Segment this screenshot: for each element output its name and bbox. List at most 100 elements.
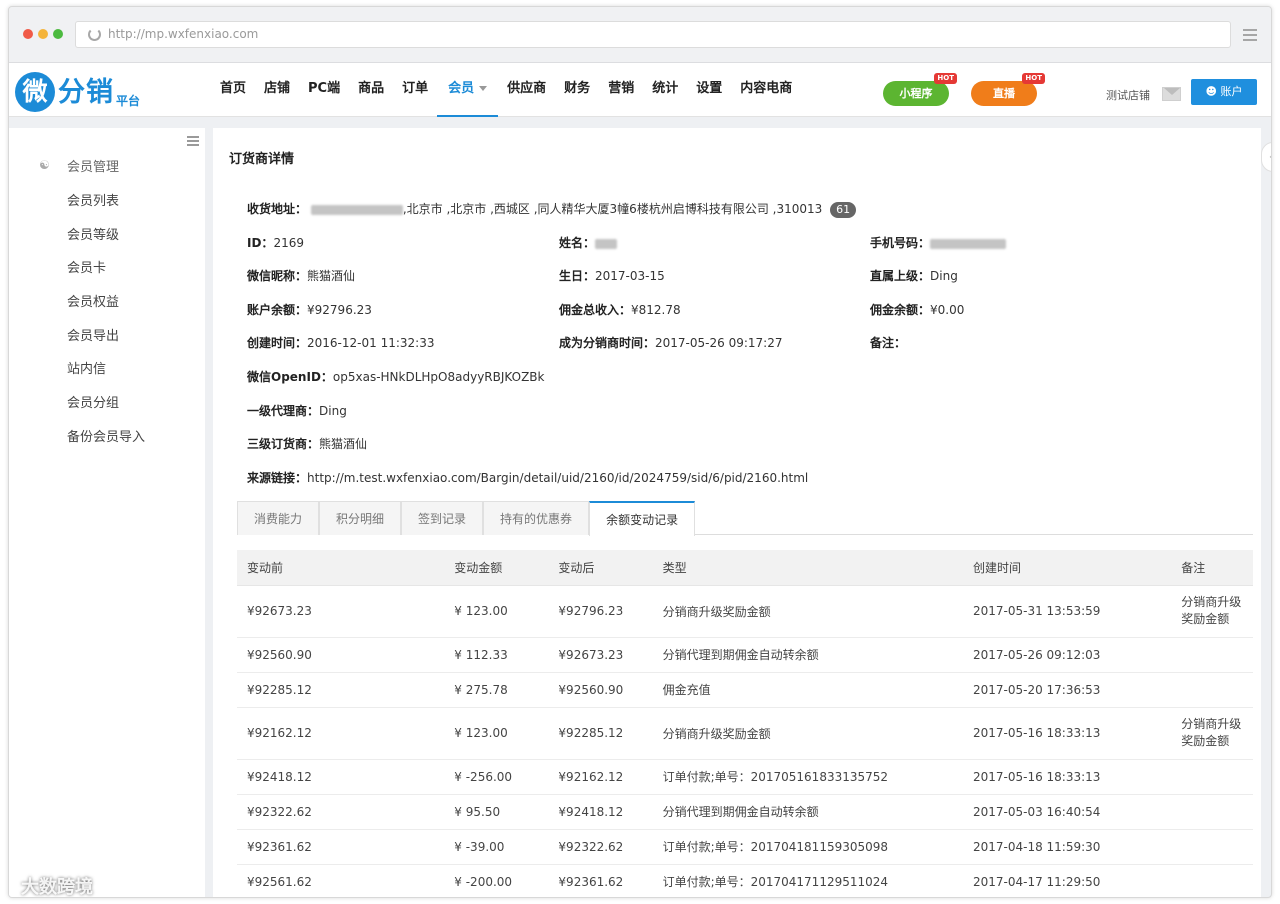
table-cell: 2017-05-31 13:53:59: [962, 585, 1172, 638]
dealer3-field: 三级订货商：熊猫酒仙: [247, 435, 367, 452]
table-cell: [1171, 794, 1253, 830]
created-field: 创建时间：2016-12-01 11:32:33: [247, 334, 434, 351]
sidebar-item-site-messages[interactable]: 站内信: [67, 358, 106, 377]
table-cell: 订单付款;单号：201704181159305098: [652, 829, 963, 865]
browser-menu-icon[interactable]: [1243, 29, 1257, 44]
table-row: ¥92322.62 ¥ 95.50 ¥92418.12 分销代理到期佣金自动转余额 20…: [237, 794, 1253, 830]
openid-field: 微信OpenID：op5xas-HNkDLHpO8adyyRBJKOZBk: [247, 368, 544, 385]
nav-marketing[interactable]: 营销: [599, 63, 643, 117]
sidebar-item-member-levels[interactable]: 会员等级: [67, 224, 119, 243]
table-row: ¥92560.90 ¥ 112.33 ¥92673.23 分销代理到期佣金自动转余额 2…: [237, 637, 1253, 673]
tab-balance-changes[interactable]: 余额变动记录: [589, 501, 696, 536]
redacted-name: [595, 238, 618, 249]
remark-field: 备注：: [870, 334, 906, 351]
tab-checkin[interactable]: 签到记录: [401, 501, 484, 535]
tab-coupons[interactable]: 持有的优惠券: [483, 501, 590, 535]
col-created: 创建时间: [962, 550, 1172, 586]
balance-value: ¥92796.23: [307, 303, 372, 317]
nickname-label: 微信昵称：: [247, 269, 308, 283]
maximize-window-icon[interactable]: [53, 29, 63, 39]
nav-products[interactable]: 商品: [349, 63, 393, 117]
table-cell: 2017-05-26 09:12:03: [962, 637, 1172, 673]
table-cell: [1171, 829, 1253, 865]
birthday-label: 生日：: [559, 269, 596, 283]
table-cell: 2017-05-20 17:36:53: [962, 672, 1172, 708]
table-cell: ¥ -256.00: [444, 759, 549, 795]
table-cell: 2017-05-16 18:33:13: [962, 707, 1172, 760]
sidebar-item-member-rights[interactable]: 会员权益: [67, 291, 119, 310]
nav-content-commerce[interactable]: 内容电商: [731, 63, 801, 117]
tab-consumption[interactable]: 消费能力: [237, 501, 320, 535]
nav-statistics[interactable]: 统计: [643, 63, 687, 117]
logo-glyph: 微: [15, 72, 55, 112]
source-link[interactable]: http://m.test.wxfenxiao.com/Bargin/detai…: [307, 471, 808, 485]
account-button[interactable]: ☻ 账户: [1191, 79, 1257, 105]
table-cell: 订单付款;单号：201705161833135752: [652, 759, 963, 795]
tab-points[interactable]: 积分明细: [319, 501, 402, 535]
sidebar-item-member-card[interactable]: 会员卡: [67, 257, 106, 276]
table-cell: 2017-04-18 11:59:30: [962, 829, 1172, 865]
source-label: 来源链接：: [247, 471, 308, 485]
id-value: 2169: [273, 236, 304, 250]
logo-subtext: 平台: [116, 94, 141, 108]
table-cell: ¥92673.23: [548, 637, 653, 673]
chevron-down-icon: [479, 86, 488, 91]
live-button[interactable]: 直播 HOT: [971, 73, 1045, 106]
nav-members-label: 会员: [448, 81, 475, 96]
sidebar-item-backup-import[interactable]: 备份会员导入: [67, 426, 145, 445]
nickname-value: 熊猫酒仙: [307, 269, 356, 283]
table-row: ¥92418.12 ¥ -256.00 ¥92162.12 订单付款;单号：20170…: [237, 759, 1253, 795]
nav-settings[interactable]: 设置: [687, 63, 731, 117]
table-cell: ¥92361.62: [548, 864, 653, 897]
table-cell: ¥92418.12: [237, 759, 445, 795]
collapse-handle[interactable]: ‹: [1261, 142, 1271, 172]
sidebar-item-member-list[interactable]: 会员列表: [67, 190, 119, 209]
table-cell: ¥92561.62: [237, 864, 445, 897]
table-cell: ¥92560.90: [237, 637, 445, 673]
table-cell: 分销商升级奖励金额: [1171, 707, 1253, 760]
id-field: ID：2169: [247, 234, 304, 251]
nav-finance[interactable]: 财务: [555, 63, 599, 117]
reload-icon[interactable]: [88, 28, 101, 41]
nav-suppliers[interactable]: 供应商: [498, 63, 555, 117]
close-window-icon[interactable]: [23, 29, 33, 39]
commission-balance-value: ¥0.00: [930, 303, 965, 317]
logo-text: 分销: [58, 77, 114, 108]
address-bar[interactable]: http://mp.wxfenxiao.com: [75, 21, 1231, 48]
table-row: ¥92673.23 ¥ 123.00 ¥92796.23 分销商升级奖励金额 2017-…: [237, 585, 1253, 638]
nav-orders[interactable]: 订单: [393, 63, 437, 117]
nav-pc[interactable]: PC端: [299, 63, 349, 117]
agent1-field: 一级代理商：Ding: [247, 402, 347, 419]
table-cell: [1171, 759, 1253, 795]
address-label: 收货地址：: [247, 202, 308, 216]
table-cell: ¥92361.62: [237, 829, 445, 865]
live-label: 直播: [993, 87, 1015, 100]
superior-label: 直属上级：: [870, 269, 931, 283]
user-icon: ☻: [1205, 85, 1217, 98]
table-cell: ¥ 123.00: [444, 707, 549, 760]
commission-total-label: 佣金总收入：: [559, 303, 632, 317]
redacted-address: [310, 204, 403, 215]
sidebar-item-member-groups[interactable]: 会员分组: [67, 392, 119, 411]
table-cell: ¥ -39.00: [444, 829, 549, 865]
shop-name[interactable]: 测试店铺: [1106, 87, 1150, 103]
mini-program-label: 小程序: [899, 87, 933, 100]
redacted-phone: [930, 238, 1007, 249]
minimize-window-icon[interactable]: [38, 29, 48, 39]
table-cell: ¥92560.90: [548, 672, 653, 708]
phone-field: 手机号码：: [870, 234, 1007, 251]
nav-members[interactable]: 会员: [437, 63, 499, 117]
sidebar-item-member-export[interactable]: 会员导出: [67, 325, 119, 344]
logo[interactable]: 微 分销 平台: [15, 70, 140, 112]
mail-icon[interactable]: [1162, 87, 1181, 101]
main-nav: 首页 店铺 PC端 商品 订单 会员 供应商 财务 营销 统计 设置 内容电商: [211, 63, 801, 117]
nav-store[interactable]: 店铺: [255, 63, 299, 117]
address-count-badge[interactable]: 61: [830, 202, 857, 218]
mini-program-button[interactable]: 小程序 HOT: [883, 73, 957, 106]
app-header: 微 分销 平台 首页 店铺 PC端 商品 订单 会员 供应商 财务 营销 统计 …: [9, 63, 1271, 117]
sidebar-toggle-icon[interactable]: [187, 136, 199, 148]
table-cell: 分销代理到期佣金自动转余额: [652, 637, 963, 673]
nav-home[interactable]: 首页: [211, 63, 255, 117]
table-cell: ¥92796.23: [548, 585, 653, 638]
sidebar-title: 会员管理: [67, 160, 120, 175]
